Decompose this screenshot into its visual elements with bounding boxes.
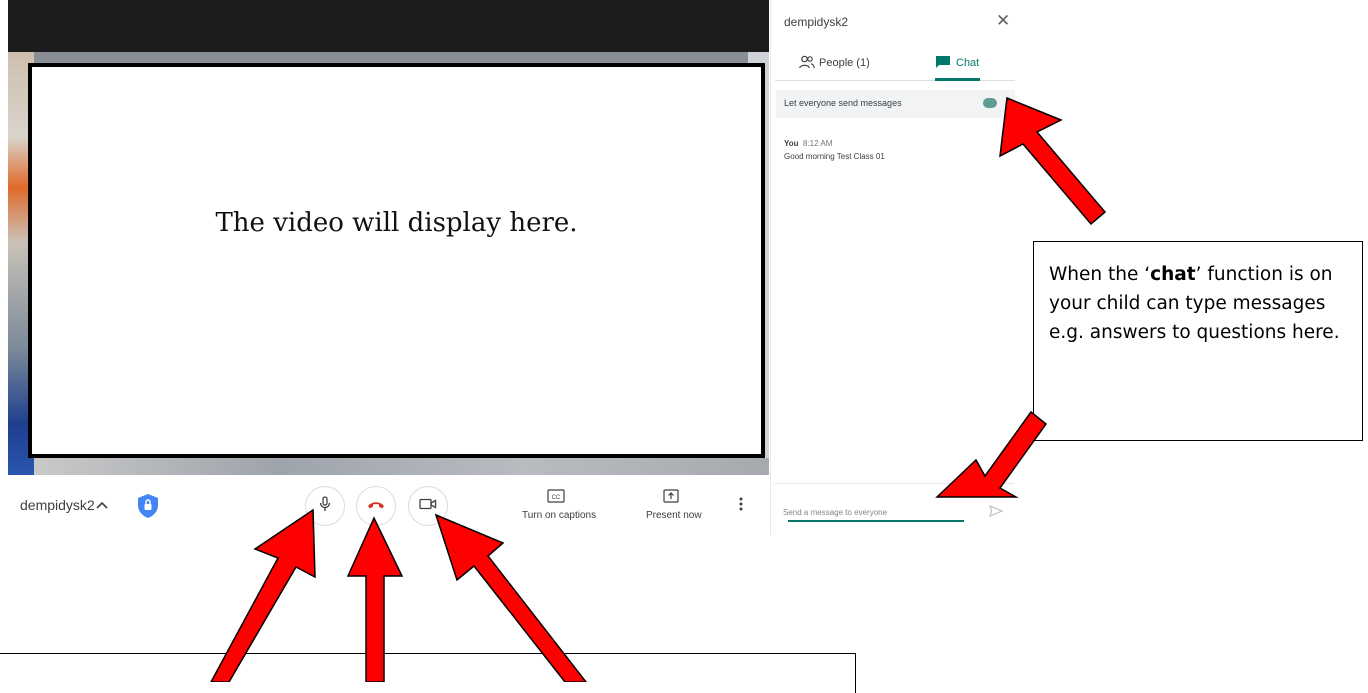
present-icon[interactable] <box>663 489 679 503</box>
chat-setting-label: Let everyone send messages <box>784 98 902 108</box>
captions-icon[interactable]: CC <box>547 489 565 503</box>
video-placeholder-box: The video will display here. <box>28 63 765 458</box>
tab-chat[interactable]: Chat <box>956 57 979 69</box>
callout-bold: chat <box>1150 264 1196 285</box>
tab-people[interactable]: People (1) <box>819 57 870 69</box>
hang-up-button[interactable] <box>356 486 396 526</box>
camera-icon <box>419 497 437 515</box>
chevron-up-icon[interactable] <box>96 499 108 514</box>
active-tab-indicator <box>935 78 980 81</box>
chat-message-input[interactable] <box>783 505 963 519</box>
callout-prefix: When the ‘ <box>1049 264 1151 285</box>
microphone-icon <box>318 495 332 517</box>
chat-toggle[interactable] <box>983 98 997 108</box>
people-icon[interactable] <box>799 55 815 69</box>
panel-title: dempidysk2 <box>784 15 849 29</box>
captions-label[interactable]: Turn on captions <box>522 510 596 521</box>
chat-callout-box: When the ‘chat’ function is on your chil… <box>1033 241 1363 441</box>
video-bottom-edge <box>34 458 769 475</box>
chat-icon[interactable] <box>935 55 951 69</box>
video-top-strip <box>8 0 769 52</box>
send-icon[interactable] <box>989 504 1004 518</box>
message-text: Good morning Test Class 01 <box>784 152 885 161</box>
shield-icon[interactable] <box>136 493 160 519</box>
message-time: 8:12 AM <box>803 139 833 148</box>
microphone-button[interactable] <box>305 486 345 526</box>
meeting-name[interactable]: dempidysk2 <box>20 497 95 513</box>
chat-input-underline <box>788 520 964 522</box>
video-placeholder-text: The video will display here. <box>215 208 578 238</box>
camera-button[interactable] <box>408 486 448 526</box>
svg-text:CC: CC <box>552 495 561 501</box>
close-icon[interactable]: ✕ <box>996 11 1010 31</box>
controls-callout-box <box>0 653 856 693</box>
more-vert-icon[interactable] <box>739 497 743 516</box>
present-label[interactable]: Present now <box>646 510 702 521</box>
hang-up-icon <box>367 497 385 515</box>
message-sender: You <box>784 139 799 148</box>
